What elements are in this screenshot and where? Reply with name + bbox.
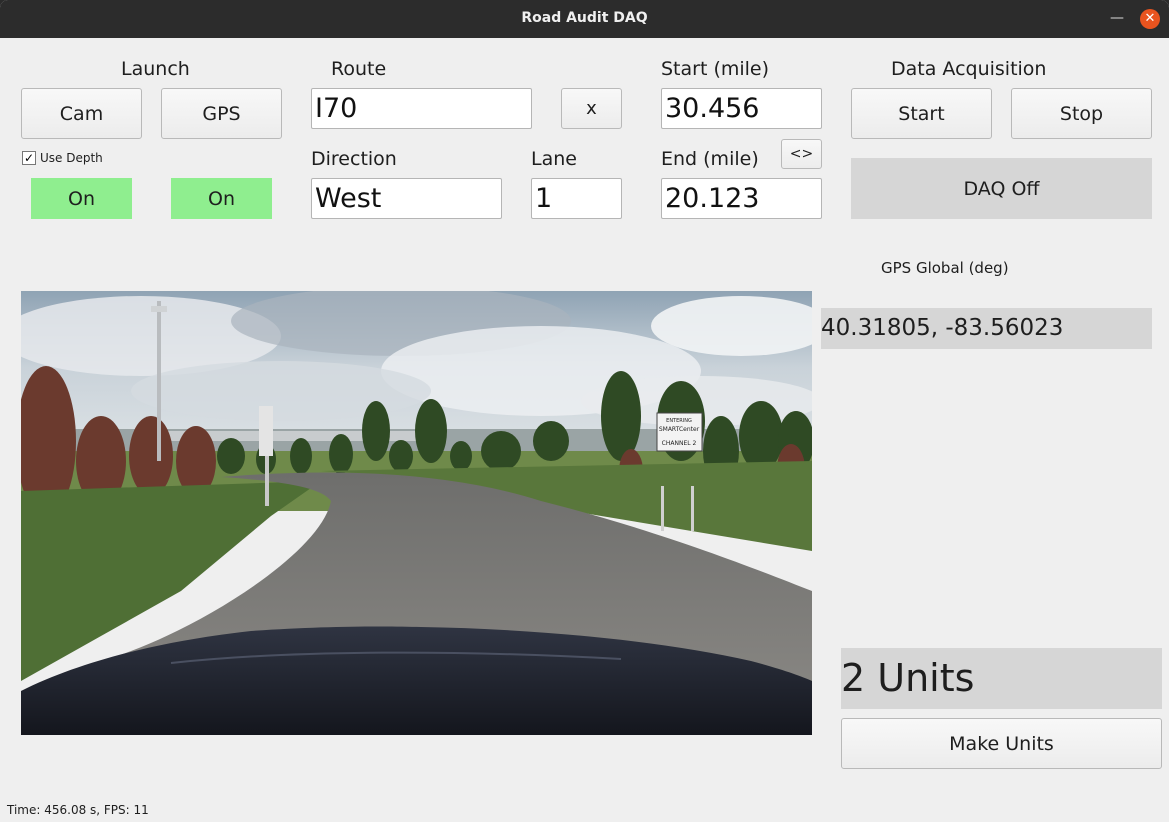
daq-heading: Data Acquisition [891, 58, 1047, 80]
lane-label: Lane [531, 148, 577, 170]
start-mile-input[interactable] [661, 88, 822, 129]
units-count: 2 Units [841, 648, 1162, 709]
daq-status-indicator: DAQ Off [851, 158, 1152, 219]
direction-input[interactable] [311, 178, 502, 219]
route-input[interactable] [311, 88, 532, 129]
use-depth-checkbox[interactable]: ✓ [22, 151, 36, 165]
gps-coordinates: 40.31805, -83.56023 [821, 308, 1152, 349]
sign-line-3: CHANNEL 2 [662, 440, 697, 447]
gps-heading: GPS Global (deg) [881, 259, 1009, 277]
start-mile-label: Start (mile) [661, 58, 770, 80]
cam-status-indicator: On [31, 178, 132, 219]
end-mile-input[interactable] [661, 178, 822, 219]
gps-status-indicator: On [171, 178, 272, 219]
gps-button[interactable]: GPS [161, 88, 282, 139]
swap-miles-button[interactable]: <> [781, 139, 822, 169]
direction-label: Direction [311, 148, 397, 170]
route-label: Route [331, 58, 387, 80]
cam-button[interactable]: Cam [21, 88, 142, 139]
launch-heading: Launch [121, 58, 190, 80]
end-mile-label: End (mile) [661, 148, 759, 170]
sign-line-1: ENTERING [666, 418, 692, 424]
status-bar-text: Time: 456.08 s, FPS: 11 [7, 803, 149, 817]
clear-route-button[interactable]: x [561, 88, 622, 129]
use-depth-label: Use Depth [40, 151, 103, 165]
minimize-icon[interactable]: — [1108, 8, 1126, 28]
lane-input[interactable] [531, 178, 622, 219]
make-units-button[interactable]: Make Units [841, 718, 1162, 769]
camera-view: ENTERING SMARTCenter CHANNEL 2 [21, 291, 812, 735]
close-icon[interactable]: ✕ [1140, 9, 1160, 29]
daq-stop-button[interactable]: Stop [1011, 88, 1152, 139]
sign-line-2: SMARTCenter [659, 426, 700, 433]
title-bar[interactable]: Road Audit DAQ — ✕ [0, 0, 1169, 38]
window-title: Road Audit DAQ [521, 10, 648, 26]
app-window: Road Audit DAQ — ✕ Launch Cam GPS ✓ Use … [0, 0, 1169, 822]
daq-start-button[interactable]: Start [851, 88, 992, 139]
road-scene-image: ENTERING SMARTCenter CHANNEL 2 [21, 291, 812, 735]
